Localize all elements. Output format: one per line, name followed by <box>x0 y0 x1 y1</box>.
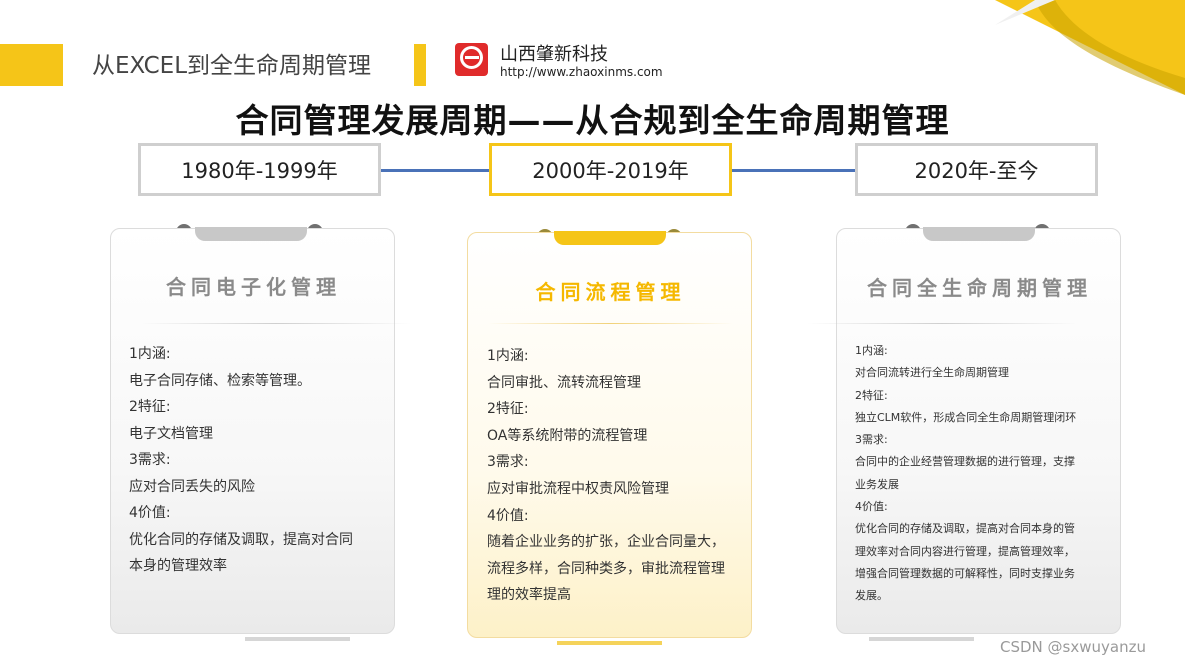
period-box-3: 2020年-至今 <box>855 143 1098 196</box>
page-curl-decoration <box>995 0 1185 95</box>
card-line: 合同审批、流转流程管理 <box>487 374 641 391</box>
card-line: 优化合同的存储及调取，提高对合同 <box>129 531 353 548</box>
watermark: CSDN @sxwuyanzu <box>1000 638 1146 656</box>
card-bottom-bar <box>245 637 350 641</box>
card-line: 4价值: <box>855 500 888 514</box>
card-line: 业务发展 <box>855 477 899 491</box>
card-tab <box>195 227 307 241</box>
card-line: 电子合同存储、检索等管理。 <box>129 372 311 389</box>
card-line: 3需求: <box>487 454 529 471</box>
header-title: 从EXCEL到全生命周期管理 <box>92 53 372 79</box>
company-logo-icon <box>455 43 488 76</box>
card-tab <box>554 231 666 245</box>
card-line: 4价值: <box>487 507 529 524</box>
card-line: 随着企业业务的扩张，企业合同量大， <box>487 534 725 551</box>
card-line: 2特征: <box>487 401 529 418</box>
period-box-1: 1980年-1999年 <box>138 143 381 196</box>
card-title: 合同电子化管理 <box>166 275 341 299</box>
header-divider <box>414 44 426 86</box>
card-line: 理的效率提高 <box>487 587 571 604</box>
card-line: 应对合同丢失的风险 <box>129 478 255 495</box>
card-body: 1内涵: 合同审批、流转流程管理 2特征: OA等系统附带的流程管理 3需求: … <box>487 343 725 609</box>
card-line: 独立CLM软件，形成合同全生命周期管理闭环 <box>855 410 1077 424</box>
card-line: 2特征: <box>855 388 888 402</box>
card-title: 合同流程管理 <box>535 280 686 304</box>
card-line: 4价值: <box>129 505 171 521</box>
card-bottom-bar <box>557 641 662 645</box>
card-line: 增强合同管理数据的可解释性，同时支撑业务 <box>855 566 1075 580</box>
card-line: 1内涵: <box>129 346 171 362</box>
card-line: 优化合同的存储及调取，提高对合同本身的管 <box>855 522 1075 536</box>
company-name: 山西肇新科技 <box>500 44 608 65</box>
period-box-2: 2000年-2019年 <box>489 143 732 196</box>
card-electronic: 合同电子化管理 1内涵: 电子合同存储、检索等管理。 2特征: 电子文档管理 3… <box>110 227 411 634</box>
card-title: 合同全生命周期管理 <box>867 276 1092 300</box>
card-separator <box>807 323 1077 324</box>
card-line: 应对审批流程中权责风险管理 <box>487 480 669 497</box>
card-line: OA等系统附带的流程管理 <box>487 427 648 444</box>
card-line: 发展。 <box>855 589 888 603</box>
card-line: 本身的管理效率 <box>129 558 227 574</box>
card-line: 合同中的企业经营管理数据的进行管理，支撑 <box>855 455 1075 469</box>
card-line: 理效率对合同内容进行管理，提高管理效率， <box>855 544 1075 558</box>
card-line: 电子文档管理 <box>129 425 213 442</box>
card-line: 1内涵: <box>855 344 888 357</box>
card-body: 1内涵: 对合同流转进行全生命周期管理 2特征: 独立CLM软件，形成合同全生命… <box>855 340 1076 608</box>
card-line: 2特征: <box>129 399 171 415</box>
card-process: 合同流程管理 1内涵: 合同审批、流转流程管理 2特征: OA等系统附带的流程管… <box>467 231 752 638</box>
card-bottom-bar <box>869 637 974 641</box>
card-line: 3需求: <box>855 433 888 447</box>
main-title: 合同管理发展周期——从合规到全生命周期管理 <box>235 101 950 140</box>
card-line: 3需求: <box>129 452 171 468</box>
card-separator <box>488 323 733 324</box>
card-line: 流程多样，合同种类多，审批流程管理 <box>487 560 725 577</box>
card-lifecycle: 合同全生命周期管理 1内涵: 对合同流转进行全生命周期管理 2特征: 独立CLM… <box>807 227 1121 634</box>
card-tab <box>923 227 1035 241</box>
card-line: 1内涵: <box>487 348 529 364</box>
header-accent-bar <box>0 44 63 86</box>
company-url: http://www.zhaoxinms.com <box>500 65 663 79</box>
card-separator <box>141 323 411 324</box>
card-line: 对合同流转进行全生命周期管理 <box>855 366 1009 380</box>
card-body: 1内涵: 电子合同存储、检索等管理。 2特征: 电子文档管理 3需求: 应对合同… <box>129 341 353 580</box>
